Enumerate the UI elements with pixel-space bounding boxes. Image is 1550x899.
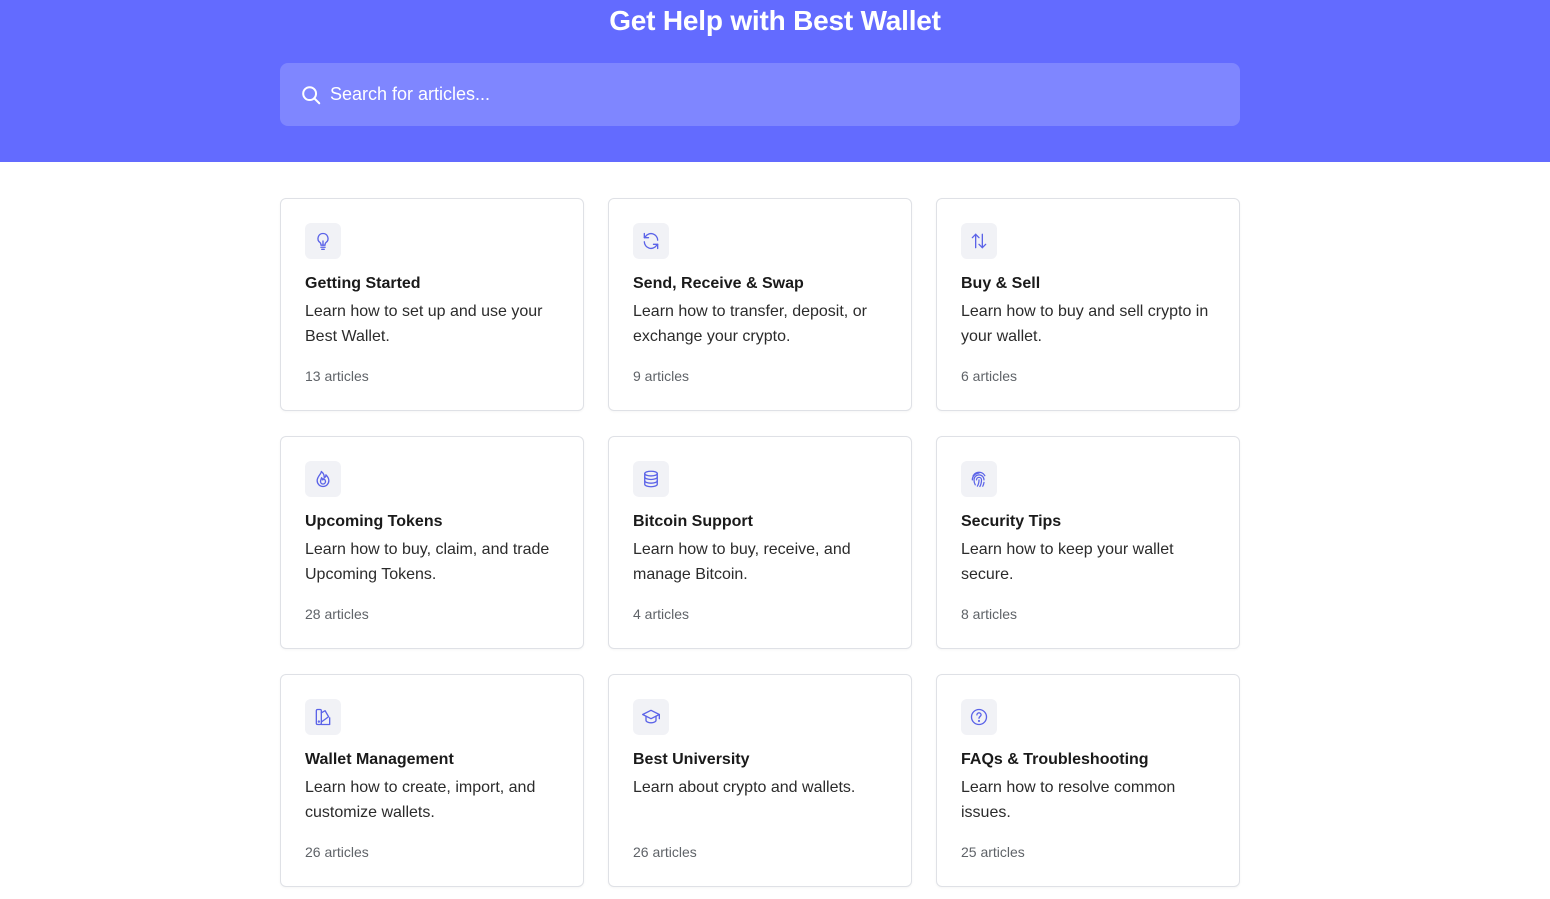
card-description: Learn about crypto and wallets. (633, 779, 856, 796)
lightbulb-icon (305, 223, 341, 259)
article-count: 4 articles (633, 606, 690, 622)
article-count: 26 articles (305, 844, 369, 860)
category-card-upcoming-tokens[interactable]: Upcoming Tokens Learn how to buy, claim,… (280, 436, 584, 649)
article-count: 6 articles (961, 368, 1018, 384)
search-icon (300, 84, 322, 106)
search-bar[interactable] (280, 63, 1240, 126)
flame-icon (305, 461, 341, 497)
card-title: Send, Receive & Swap (633, 275, 804, 292)
category-card-faqs-troubleshooting[interactable]: FAQs & Troubleshooting Learn how to reso… (936, 674, 1240, 887)
fingerprint-icon (961, 461, 997, 497)
article-count: 8 articles (961, 606, 1018, 622)
category-card-getting-started[interactable]: Getting Started Learn how to set up and … (280, 198, 584, 411)
category-card-bitcoin-support[interactable]: Bitcoin Support Learn how to buy, receiv… (608, 436, 912, 649)
category-card-send-receive-swap[interactable]: Send, Receive & Swap Learn how to transf… (608, 198, 912, 411)
arrows-up-down-icon (961, 223, 997, 259)
card-description: Learn how to buy, claim, and trade Upcom… (305, 541, 550, 583)
article-count: 9 articles (633, 368, 690, 384)
page-title: Get Help with Best Wallet (609, 5, 941, 36)
wallet-swatch-icon (305, 699, 341, 735)
card-title: Bitcoin Support (633, 513, 753, 530)
category-card-best-university[interactable]: Best University Learn about crypto and w… (608, 674, 912, 887)
article-count: 26 articles (633, 844, 697, 860)
article-count: 13 articles (305, 368, 369, 384)
article-count: 28 articles (305, 606, 369, 622)
card-description: Learn how to buy and sell crypto in your… (961, 303, 1209, 345)
card-description: Learn how to create, import, and customi… (305, 779, 536, 821)
card-title: Buy & Sell (961, 275, 1041, 292)
article-count: 25 articles (961, 844, 1025, 860)
category-grid: Getting Started Learn how to set up and … (280, 198, 1240, 887)
card-description: Learn how to buy, receive, and manage Bi… (633, 541, 851, 583)
card-description: Learn how to keep your wallet secure. (961, 541, 1174, 583)
card-title: Wallet Management (305, 751, 454, 768)
card-title: Upcoming Tokens (305, 513, 443, 530)
search-input[interactable] (330, 84, 1190, 105)
graduation-cap-icon (633, 699, 669, 735)
card-description: Learn how to resolve common issues. (961, 779, 1176, 821)
hero-banner: Get Help with Best Wallet (0, 0, 1550, 162)
refresh-icon (633, 223, 669, 259)
card-description: Learn how to set up and use your Best Wa… (305, 303, 543, 345)
card-title: FAQs & Troubleshooting (961, 751, 1149, 768)
card-description: Learn how to transfer, deposit, or excha… (633, 303, 867, 345)
category-card-buy-sell[interactable]: Buy & Sell Learn how to buy and sell cry… (936, 198, 1240, 411)
category-card-wallet-management[interactable]: Wallet Management Learn how to create, i… (280, 674, 584, 887)
question-circle-icon (961, 699, 997, 735)
card-title: Best University (633, 751, 750, 768)
card-title: Security Tips (961, 513, 1062, 530)
card-title: Getting Started (305, 275, 421, 292)
database-icon (633, 461, 669, 497)
category-card-security-tips[interactable]: Security Tips Learn how to keep your wal… (936, 436, 1240, 649)
